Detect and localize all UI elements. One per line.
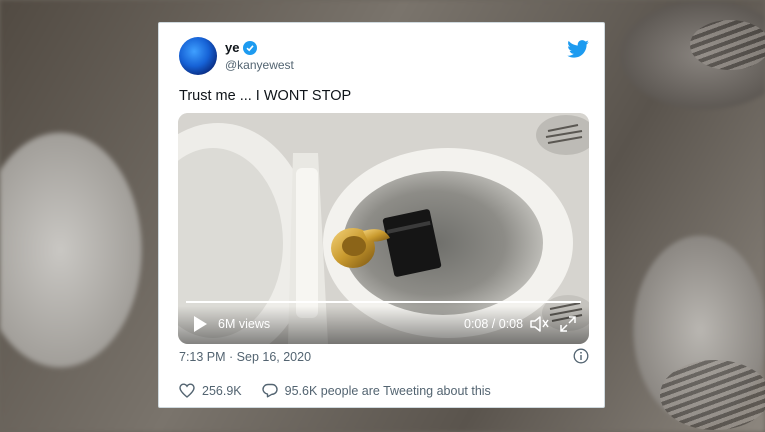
info-icon[interactable] <box>573 348 589 364</box>
video-controls: 6M views 0:08 / 0:08 <box>178 306 589 344</box>
speech-bubble-icon[interactable] <box>261 383 278 398</box>
like-button[interactable]: 256.9K <box>179 383 242 398</box>
heart-icon[interactable] <box>179 383 195 398</box>
tweet-actions: 256.9K 95.6K people are Tweeting about t… <box>179 383 491 398</box>
twitter-bird-icon[interactable] <box>567 40 589 58</box>
user-handle[interactable]: @kanyewest <box>225 58 294 72</box>
tweet-text: Trust me ... I WONT STOP <box>179 88 352 104</box>
video-player[interactable]: 6M views 0:08 / 0:08 <box>178 113 589 344</box>
display-name-row[interactable]: ye <box>225 40 258 55</box>
tweet-timestamp[interactable]: 7:13 PM · Sep 16, 2020 <box>179 350 311 364</box>
avatar[interactable] <box>179 37 217 75</box>
background-vent <box>690 20 765 70</box>
like-count: 256.9K <box>202 383 242 398</box>
tweet-card[interactable]: ye @kanyewest Trust me ... I WONT STOP 6… <box>158 22 605 408</box>
verified-badge-icon <box>243 40 258 55</box>
view-count: 6M views <box>218 317 271 331</box>
tweeting-about-link[interactable]: 95.6K people are Tweeting about this <box>261 383 491 398</box>
tweeting-about-text: 95.6K people are Tweeting about this <box>284 383 491 398</box>
display-name[interactable]: ye <box>225 40 239 55</box>
volume-icon[interactable] <box>529 315 549 333</box>
video-progress-bar[interactable] <box>186 301 581 303</box>
video-timecode: 0:08 / 0:08 <box>464 317 524 331</box>
play-icon[interactable] <box>192 315 208 333</box>
background-vent <box>660 360 765 430</box>
expand-icon[interactable] <box>559 315 577 333</box>
